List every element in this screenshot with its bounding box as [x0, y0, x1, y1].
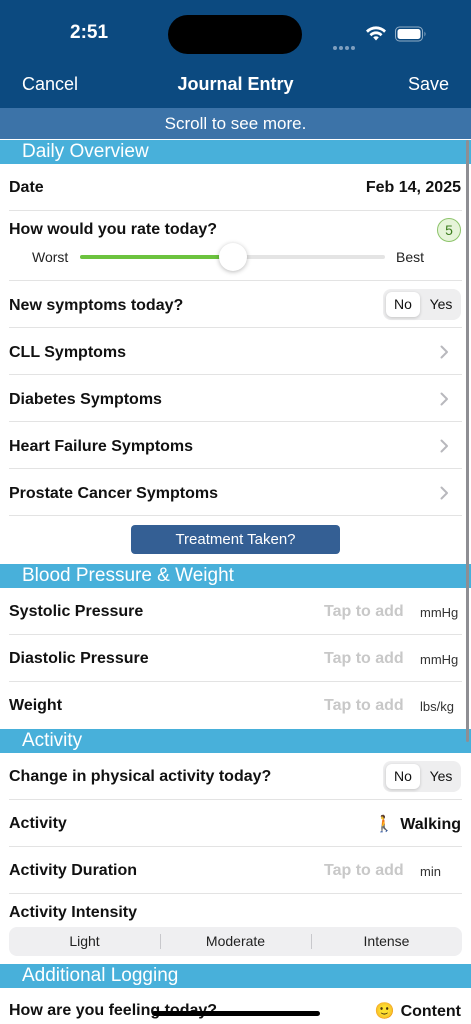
diastolic-row[interactable]: Diastolic Pressure Tap to add mmHg — [0, 635, 471, 682]
date-label: Date — [9, 179, 44, 196]
activity-change-row: Change in physical activity today? No Ye… — [0, 753, 471, 800]
feeling-value-text: Content — [400, 1003, 461, 1020]
date-value[interactable]: Feb 14, 2025 — [366, 179, 461, 197]
weight-label: Weight — [9, 697, 63, 714]
new-symptoms-row: New symptoms today? No Yes — [0, 281, 471, 328]
new-symptoms-label: New symptoms today? — [9, 297, 184, 314]
chevron-right-icon — [440, 486, 448, 500]
new-symptoms-toggle[interactable]: No Yes — [383, 289, 461, 320]
activity-intensity-segmented[interactable]: Light Moderate Intense — [9, 927, 462, 956]
activity-intensity-label: Activity Intensity — [9, 904, 138, 921]
systolic-unit: mmHg — [420, 605, 459, 620]
symptom-row-label: CLL Symptoms — [9, 344, 127, 361]
activity-duration-input[interactable]: Tap to add — [324, 862, 404, 880]
systolic-row[interactable]: Systolic Pressure Tap to add mmHg — [0, 588, 471, 635]
wifi-icon — [366, 26, 386, 41]
page-title: Journal Entry — [177, 74, 294, 94]
section-header-bp-weight: Blood Pressure & Weight — [0, 564, 471, 588]
chevron-right-icon — [440, 345, 448, 359]
walking-icon: 🚶 — [374, 816, 395, 833]
intensity-intense[interactable]: Intense — [311, 927, 462, 956]
weight-unit: lbs/kg — [420, 699, 454, 714]
symptom-row-heart-failure[interactable]: Heart Failure Symptoms — [0, 422, 471, 469]
cellular-icon — [333, 37, 359, 50]
battery-icon — [395, 26, 426, 42]
scroll-hint-banner: Scroll to see more. — [0, 108, 471, 139]
symptom-row-label: Diabetes Symptoms — [9, 391, 162, 408]
feeling-value[interactable]: 🙂 Content — [375, 1001, 461, 1021]
cancel-button[interactable]: Cancel — [22, 74, 78, 95]
activity-duration-row[interactable]: Activity Duration Tap to add min — [0, 847, 471, 894]
nav-header: 2:51 Cancel Journal Entry Save — [0, 0, 471, 108]
activity-row[interactable]: Activity 🚶 Walking — [0, 800, 471, 847]
intensity-light[interactable]: Light — [9, 927, 160, 956]
diastolic-input[interactable]: Tap to add — [324, 650, 404, 668]
activity-duration-label: Activity Duration — [9, 862, 138, 879]
symptom-row-cll[interactable]: CLL Symptoms — [0, 328, 471, 375]
diastolic-unit: mmHg — [420, 652, 459, 667]
treatment-row: Treatment Taken? — [0, 516, 471, 564]
symptom-row-diabetes[interactable]: Diabetes Symptoms — [0, 375, 471, 422]
weight-input[interactable]: Tap to add — [324, 697, 404, 715]
chevron-right-icon — [440, 439, 448, 453]
date-row[interactable]: Date Feb 14, 2025 — [0, 164, 471, 211]
rating-score-badge: 5 — [437, 218, 461, 242]
treatment-taken-button[interactable]: Treatment Taken? — [131, 525, 340, 554]
section-header-daily-overview: Daily Overview — [0, 140, 471, 164]
systolic-input[interactable]: Tap to add — [324, 603, 404, 621]
rating-row: How would you rate today? 5 Worst Best — [0, 211, 471, 281]
save-button[interactable]: Save — [408, 74, 449, 95]
activity-value[interactable]: 🚶 Walking — [374, 814, 461, 834]
activity-change-no[interactable]: No — [386, 764, 420, 789]
symptom-row-prostate-cancer[interactable]: Prostate Cancer Symptoms — [0, 469, 471, 516]
feeling-row[interactable]: How are you feeling today? 🙂 Content — [0, 988, 471, 1024]
home-indicator[interactable] — [152, 1011, 320, 1016]
weight-row[interactable]: Weight Tap to add lbs/kg — [0, 682, 471, 729]
section-header-additional-logging: Additional Logging — [0, 964, 471, 988]
activity-intensity-row: Activity Intensity Light Moderate Intens… — [0, 894, 471, 964]
activity-value-text: Walking — [400, 816, 461, 833]
chevron-right-icon — [440, 392, 448, 406]
status-time: 2:51 — [70, 22, 109, 43]
smiley-icon: 🙂 — [374, 1003, 395, 1020]
scrollbar[interactable] — [466, 140, 469, 742]
activity-change-label: Change in physical activity today? — [9, 768, 272, 785]
new-symptoms-no[interactable]: No — [386, 292, 420, 317]
rating-slider-thumb[interactable] — [218, 243, 247, 271]
activity-change-yes[interactable]: Yes — [424, 764, 458, 789]
symptom-row-label: Prostate Cancer Symptoms — [9, 485, 218, 502]
section-header-activity: Activity — [0, 729, 471, 753]
rating-slider-fill — [80, 255, 233, 259]
activity-label: Activity — [9, 815, 67, 832]
dynamic-island — [168, 15, 302, 54]
symptom-row-label: Heart Failure Symptoms — [9, 438, 194, 455]
systolic-label: Systolic Pressure — [9, 603, 144, 620]
new-symptoms-yes[interactable]: Yes — [424, 292, 458, 317]
intensity-moderate[interactable]: Moderate — [160, 927, 311, 956]
slider-min-label: Worst — [32, 249, 69, 265]
diastolic-label: Diastolic Pressure — [9, 650, 149, 667]
activity-change-toggle[interactable]: No Yes — [383, 761, 461, 792]
activity-duration-unit: min — [420, 864, 441, 879]
slider-max-label: Best — [396, 249, 425, 265]
rating-label: How would you rate today? — [9, 221, 218, 238]
